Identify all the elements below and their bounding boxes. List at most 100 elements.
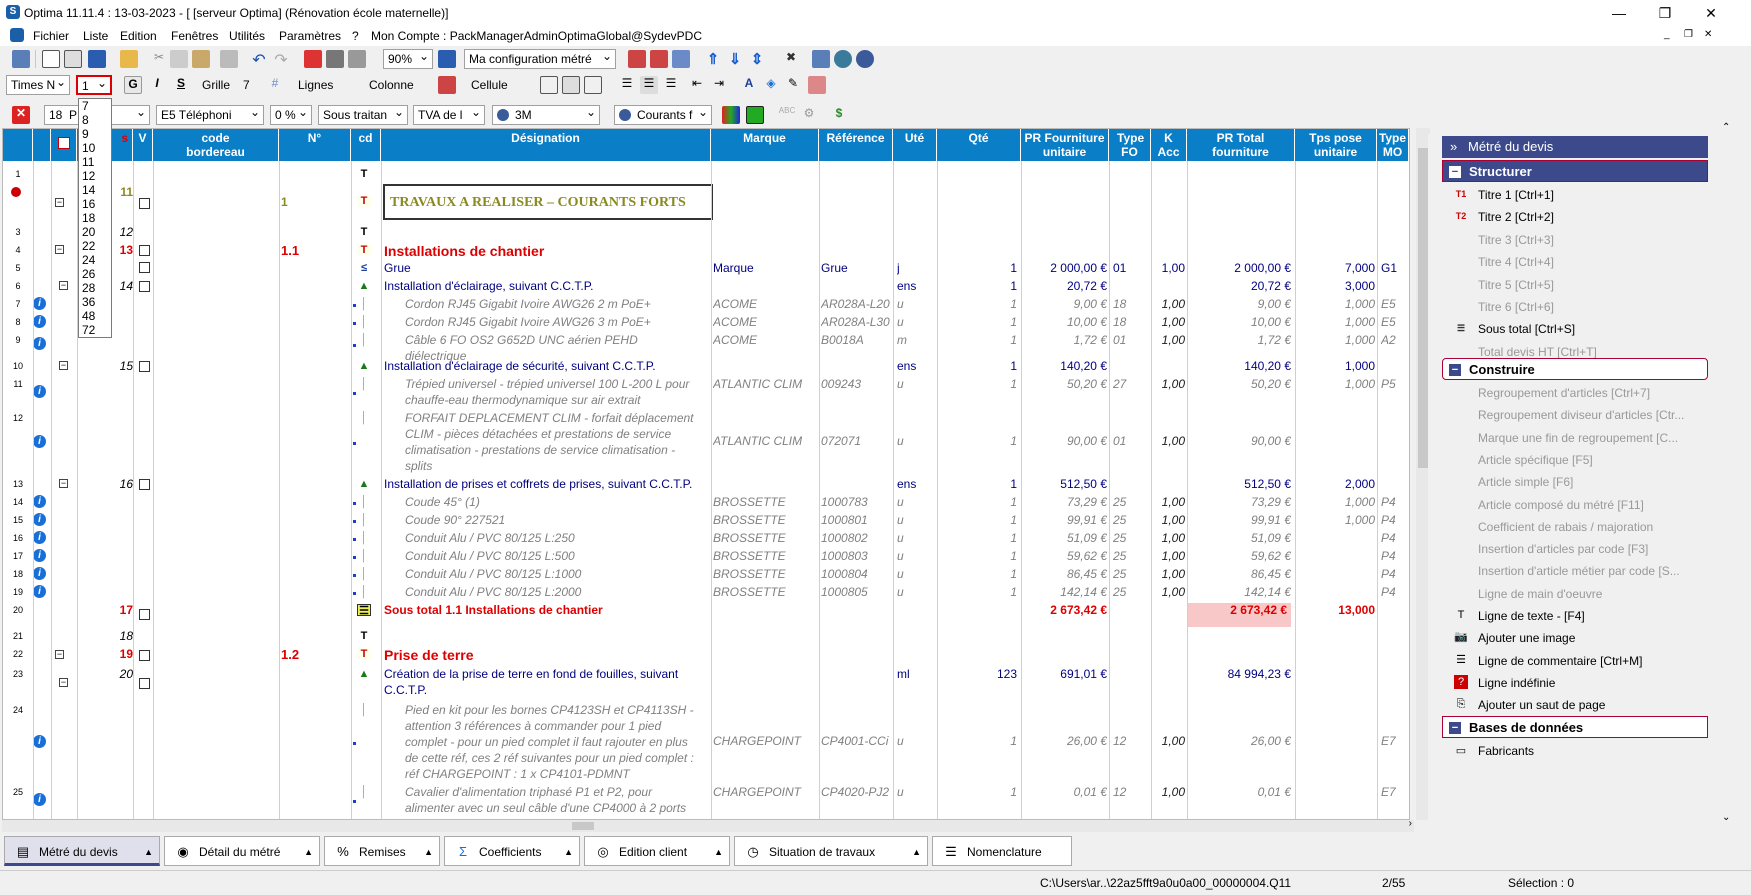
font-size-option[interactable]: 7: [79, 99, 111, 113]
grid-tool-3-icon[interactable]: [672, 50, 690, 68]
cell-designation[interactable]: Sous total 1.1 Installations de chantier: [384, 603, 711, 617]
table-row[interactable]: 9 i │ Câble 6 FO OS2 G652D UNC aérien PEHD d…: [3, 331, 1409, 363]
table-row[interactable]: 6−14 ▲ Installation d'éclairage, suivant C…: [3, 277, 1409, 295]
table-row[interactable]: 8 i │ Cordon RJ45 Gigabit Ivoire AWG26 3 m …: [3, 313, 1409, 331]
cell-rn[interactable]: 14: [3, 497, 33, 507]
cell-ref[interactable]: 1000805: [821, 585, 893, 599]
font-size-option[interactable]: 26: [79, 267, 111, 281]
cell-prf[interactable]: 20,72 €: [1021, 279, 1107, 293]
cell-tmo[interactable]: P4: [1381, 531, 1409, 545]
cell-rn[interactable]: 3: [3, 227, 33, 237]
cell-num[interactable]: 1: [279, 195, 351, 209]
info-icon[interactable]: i: [33, 297, 46, 310]
side-item-construire[interactable]: Article composé du métré [F11]: [1478, 498, 1644, 512]
table-row[interactable]: 22 − 19 1.2 T Prise de terre: [3, 645, 1409, 665]
cell-rn[interactable]: 15: [3, 515, 33, 525]
table-row[interactable]: 18 i │ Conduit Alu / PVC 80/125 L:1000 BROSS…: [3, 565, 1409, 583]
cell-ref[interactable]: 1000804: [821, 567, 893, 581]
info-icon[interactable]: i: [33, 495, 46, 508]
cell-rn[interactable]: 6: [3, 281, 33, 291]
print-icon[interactable]: [326, 50, 344, 68]
mdi-min-icon[interactable]: _: [1664, 29, 1670, 40]
cell-tmo[interactable]: E7: [1381, 785, 1409, 799]
cell-qte[interactable]: 1: [937, 477, 1017, 491]
cell-prt[interactable]: 10,00 €: [1187, 315, 1291, 329]
tab-d-tail-du-m-tr-[interactable]: ◉ Détail du métré ▲: [164, 836, 320, 866]
cell-tmo[interactable]: G1: [1381, 261, 1409, 275]
cell-tfo[interactable]: 12: [1113, 785, 1151, 799]
field-6-select[interactable]: 3M: [492, 105, 600, 125]
table-row[interactable]: 15 i │ Coude 90° 227521 BROSSETTE 1000801 u 1 99…: [3, 511, 1409, 529]
cell-tmo[interactable]: E7: [1381, 734, 1409, 748]
info-icon[interactable]: i: [33, 549, 46, 562]
cell-tps[interactable]: 2,000: [1295, 477, 1375, 491]
title-box[interactable]: TRAVAUX A REALISER – COURANTS FORTS: [383, 184, 713, 220]
side-item-structurer[interactable]: Total devis HT [Ctrl+T]: [1478, 345, 1597, 359]
table-row[interactable]: 12 i │ FORFAIT DEPLACEMENT CLIM - forfait d…: [3, 409, 1409, 475]
cell-ute[interactable]: u: [897, 495, 937, 509]
table-row[interactable]: 19 i │ Conduit Alu / PVC 80/125 L:2000 BROSS…: [3, 583, 1409, 601]
side-item-construire[interactable]: Article spécifique [F5]: [1478, 453, 1593, 467]
cell-prf[interactable]: 140,20 €: [1021, 359, 1107, 373]
table-row[interactable]: 14 i │ Coude 45° (1) BROSSETTE 1000783 u 1 73,29…: [3, 493, 1409, 511]
cell-tfo[interactable]: 01: [1113, 261, 1151, 275]
cell-qte[interactable]: 1: [937, 513, 1017, 527]
cell-kacc[interactable]: 1,00: [1151, 315, 1185, 329]
settings-icon[interactable]: ⚙: [800, 106, 818, 124]
cell-ute[interactable]: u: [897, 531, 937, 545]
cell-prf[interactable]: 51,09 €: [1021, 531, 1107, 545]
field-4-select[interactable]: Sous traitan: [318, 105, 408, 125]
cell-tmo[interactable]: P4: [1381, 549, 1409, 563]
preview-icon[interactable]: [348, 50, 366, 68]
font-size-option[interactable]: 36: [79, 295, 111, 309]
metre-grid[interactable]: s V code bordereau client N° cd Désignat…: [2, 128, 1410, 820]
grid-hscrollbar[interactable]: ›: [2, 818, 1414, 832]
side-item-construire[interactable]: Coefficient de rabais / majoration: [1478, 520, 1653, 534]
cell-kacc[interactable]: 1,00: [1151, 567, 1185, 581]
collapse-row-icon[interactable]: −: [55, 245, 64, 254]
cell-ref[interactable]: 1000803: [821, 549, 893, 563]
cell-rn[interactable]: 20: [3, 605, 33, 615]
windows-icon[interactable]: [812, 50, 830, 68]
font-size-option[interactable]: 28: [79, 281, 111, 295]
tab-arrow-icon[interactable]: ▲: [304, 837, 313, 867]
cell-ref[interactable]: CP4001-CCi: [821, 734, 893, 748]
row-checkbox[interactable]: [139, 245, 150, 256]
cell-prf[interactable]: 142,14 €: [1021, 585, 1107, 599]
info-icon[interactable]: i: [33, 435, 46, 448]
cell-designation[interactable]: Conduit Alu / PVC 80/125 L:2000: [405, 585, 711, 599]
cell-ref[interactable]: 1000802: [821, 531, 893, 545]
cell-designation[interactable]: Conduit Alu / PVC 80/125 L:1000: [405, 567, 711, 581]
cell-tfo[interactable]: 25: [1113, 495, 1151, 509]
cell-designation[interactable]: C.C.T.P.: [384, 683, 711, 697]
cell-rn[interactable]: 4: [3, 245, 33, 255]
cell-kacc[interactable]: 1,00: [1151, 495, 1185, 509]
cell-tfo[interactable]: 12: [1113, 734, 1151, 748]
cell-ute[interactable]: u: [897, 434, 937, 448]
cell-prf[interactable]: 59,62 €: [1021, 549, 1107, 563]
cell-ute[interactable]: u: [897, 549, 937, 563]
cell-rn[interactable]: 9: [3, 335, 33, 345]
cell-rn[interactable]: 18: [3, 569, 33, 579]
table-row[interactable]: 16 i │ Conduit Alu / PVC 80/125 L:250 BROSSE…: [3, 529, 1409, 547]
row-checkbox[interactable]: [139, 609, 150, 620]
side-scroll-up-icon[interactable]: ⌃: [1722, 122, 1730, 133]
cell-prf[interactable]: 90,00 €: [1021, 434, 1107, 448]
copy-doc-icon[interactable]: [64, 50, 82, 68]
collapse-row-icon[interactable]: −: [59, 361, 68, 370]
menu-account[interactable]: Mon Compte : PackManagerAdminOptimaGloba…: [371, 29, 702, 43]
tab-arrow-icon[interactable]: ▲: [424, 837, 433, 867]
cell-ute[interactable]: ens: [897, 279, 937, 293]
border-1-icon[interactable]: [540, 76, 558, 94]
tab-remises[interactable]: % Remises ▲: [324, 836, 440, 866]
cell-ute[interactable]: u: [897, 315, 937, 329]
cell-ref[interactable]: AR028A-L20: [821, 297, 893, 311]
cell-tps[interactable]: 13,000: [1295, 603, 1375, 617]
window-icon[interactable]: [12, 50, 30, 68]
cell-tfo[interactable]: 18: [1113, 315, 1151, 329]
table-row[interactable]: 24 i │ Pied en kit pour les bornes CP4123SH…: [3, 701, 1409, 783]
cell-tps[interactable]: 1,000: [1295, 333, 1375, 347]
cell-designation[interactable]: splits: [405, 459, 711, 473]
cell-kacc[interactable]: 1,00: [1151, 531, 1185, 545]
cell-prf[interactable]: 691,01 €: [1021, 667, 1107, 681]
